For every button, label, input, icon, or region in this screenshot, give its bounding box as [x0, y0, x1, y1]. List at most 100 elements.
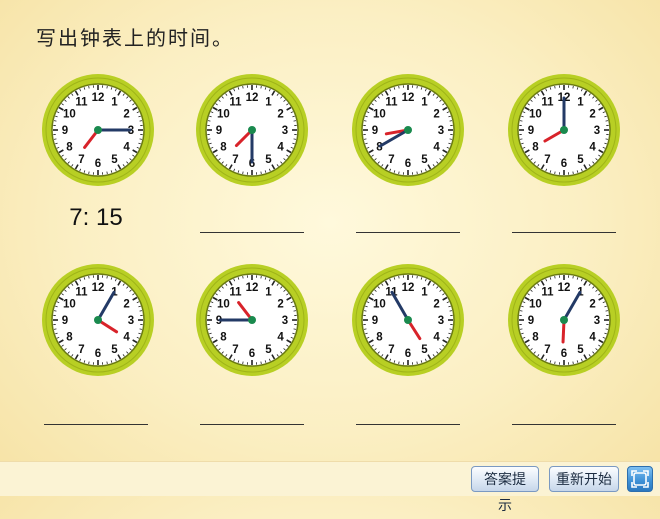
svg-text:5: 5	[111, 154, 118, 166]
clock-4: 123456789101112	[506, 72, 622, 188]
svg-text:8: 8	[376, 332, 383, 344]
svg-text:2: 2	[123, 109, 129, 121]
svg-text:10: 10	[373, 299, 386, 311]
clock-7: 123456789101112	[350, 262, 466, 378]
svg-text:6: 6	[561, 158, 567, 170]
svg-text:12: 12	[92, 282, 105, 294]
svg-text:9: 9	[62, 315, 68, 327]
svg-text:3: 3	[594, 315, 600, 327]
svg-text:5: 5	[265, 344, 272, 356]
svg-text:4: 4	[589, 142, 596, 154]
svg-text:11: 11	[75, 287, 88, 299]
svg-text:11: 11	[75, 97, 88, 109]
svg-text:4: 4	[277, 142, 284, 154]
svg-text:11: 11	[229, 287, 242, 299]
clock-face: 123456789101112	[40, 72, 156, 188]
svg-text:3: 3	[282, 315, 288, 327]
answer-blank-2[interactable]	[200, 202, 304, 233]
svg-text:4: 4	[123, 142, 130, 154]
fullscreen-button[interactable]	[627, 466, 653, 492]
svg-text:3: 3	[128, 315, 134, 327]
svg-text:5: 5	[265, 154, 272, 166]
svg-text:11: 11	[541, 287, 554, 299]
clock-2: 123456789101112	[194, 72, 310, 188]
svg-text:7: 7	[232, 344, 238, 356]
svg-text:3: 3	[438, 125, 444, 137]
svg-text:2: 2	[589, 109, 595, 121]
svg-text:4: 4	[123, 332, 130, 344]
answer-blank-4[interactable]	[512, 202, 616, 233]
svg-text:1: 1	[111, 97, 118, 109]
clock-face: 123456789101112	[350, 72, 466, 188]
svg-text:2: 2	[433, 109, 439, 121]
svg-text:3: 3	[282, 125, 288, 137]
svg-text:10: 10	[217, 109, 230, 121]
svg-text:8: 8	[220, 332, 227, 344]
svg-text:6: 6	[561, 348, 567, 360]
svg-text:9: 9	[528, 315, 534, 327]
svg-text:9: 9	[62, 125, 68, 137]
svg-text:7: 7	[78, 154, 84, 166]
svg-text:2: 2	[277, 299, 283, 311]
svg-text:11: 11	[385, 97, 398, 109]
answer-blank-3[interactable]	[356, 202, 460, 233]
svg-text:5: 5	[577, 154, 584, 166]
clock-5: 123456789101112	[40, 262, 156, 378]
answer-blank-7[interactable]	[356, 394, 460, 425]
svg-text:1: 1	[265, 97, 272, 109]
page-title: 写出钟表上的时间。	[36, 22, 234, 51]
clock-1: 123456789101112	[40, 72, 156, 188]
svg-text:6: 6	[405, 348, 411, 360]
svg-text:10: 10	[217, 299, 230, 311]
answer-blank-6[interactable]	[200, 394, 304, 425]
svg-text:8: 8	[66, 332, 73, 344]
svg-text:5: 5	[421, 154, 428, 166]
svg-text:10: 10	[63, 109, 76, 121]
svg-text:10: 10	[529, 299, 542, 311]
clock-3: 123456789101112	[350, 72, 466, 188]
svg-text:1: 1	[577, 97, 584, 109]
svg-text:7: 7	[78, 344, 84, 356]
svg-text:1: 1	[421, 97, 428, 109]
svg-text:12: 12	[246, 282, 259, 294]
svg-text:4: 4	[277, 332, 284, 344]
clock-face: 123456789101112	[194, 72, 310, 188]
clock-face: 123456789101112	[194, 262, 310, 378]
svg-text:9: 9	[528, 125, 534, 137]
svg-text:6: 6	[95, 348, 101, 360]
svg-text:8: 8	[66, 142, 73, 154]
clock-6: 123456789101112	[194, 262, 310, 378]
svg-text:7: 7	[388, 344, 394, 356]
svg-text:9: 9	[216, 125, 222, 137]
svg-text:6: 6	[405, 158, 411, 170]
svg-text:9: 9	[372, 125, 378, 137]
svg-text:3: 3	[594, 125, 600, 137]
answer-hint-button[interactable]: 答案提示	[471, 466, 539, 492]
svg-text:5: 5	[577, 344, 584, 356]
svg-text:5: 5	[421, 344, 428, 356]
svg-text:2: 2	[123, 299, 129, 311]
answer-blank-5[interactable]	[44, 394, 148, 425]
svg-text:7: 7	[388, 154, 394, 166]
clock-face: 123456789101112	[350, 262, 466, 378]
svg-text:12: 12	[402, 282, 415, 294]
svg-text:12: 12	[402, 92, 415, 104]
svg-text:10: 10	[529, 109, 542, 121]
svg-text:7: 7	[544, 344, 550, 356]
svg-text:2: 2	[277, 109, 283, 121]
svg-text:2: 2	[433, 299, 439, 311]
svg-text:10: 10	[63, 299, 76, 311]
answer-blank-8[interactable]	[512, 394, 616, 425]
svg-text:9: 9	[372, 315, 378, 327]
svg-text:4: 4	[433, 332, 440, 344]
clock-face: 123456789101112	[506, 72, 622, 188]
svg-text:8: 8	[220, 142, 227, 154]
clock-face: 123456789101112	[40, 262, 156, 378]
fullscreen-icon	[628, 467, 652, 491]
restart-button[interactable]: 重新开始	[549, 466, 619, 492]
svg-text:11: 11	[541, 97, 554, 109]
svg-text:3: 3	[438, 315, 444, 327]
svg-text:6: 6	[249, 348, 255, 360]
svg-text:12: 12	[92, 92, 105, 104]
svg-text:10: 10	[373, 109, 386, 121]
